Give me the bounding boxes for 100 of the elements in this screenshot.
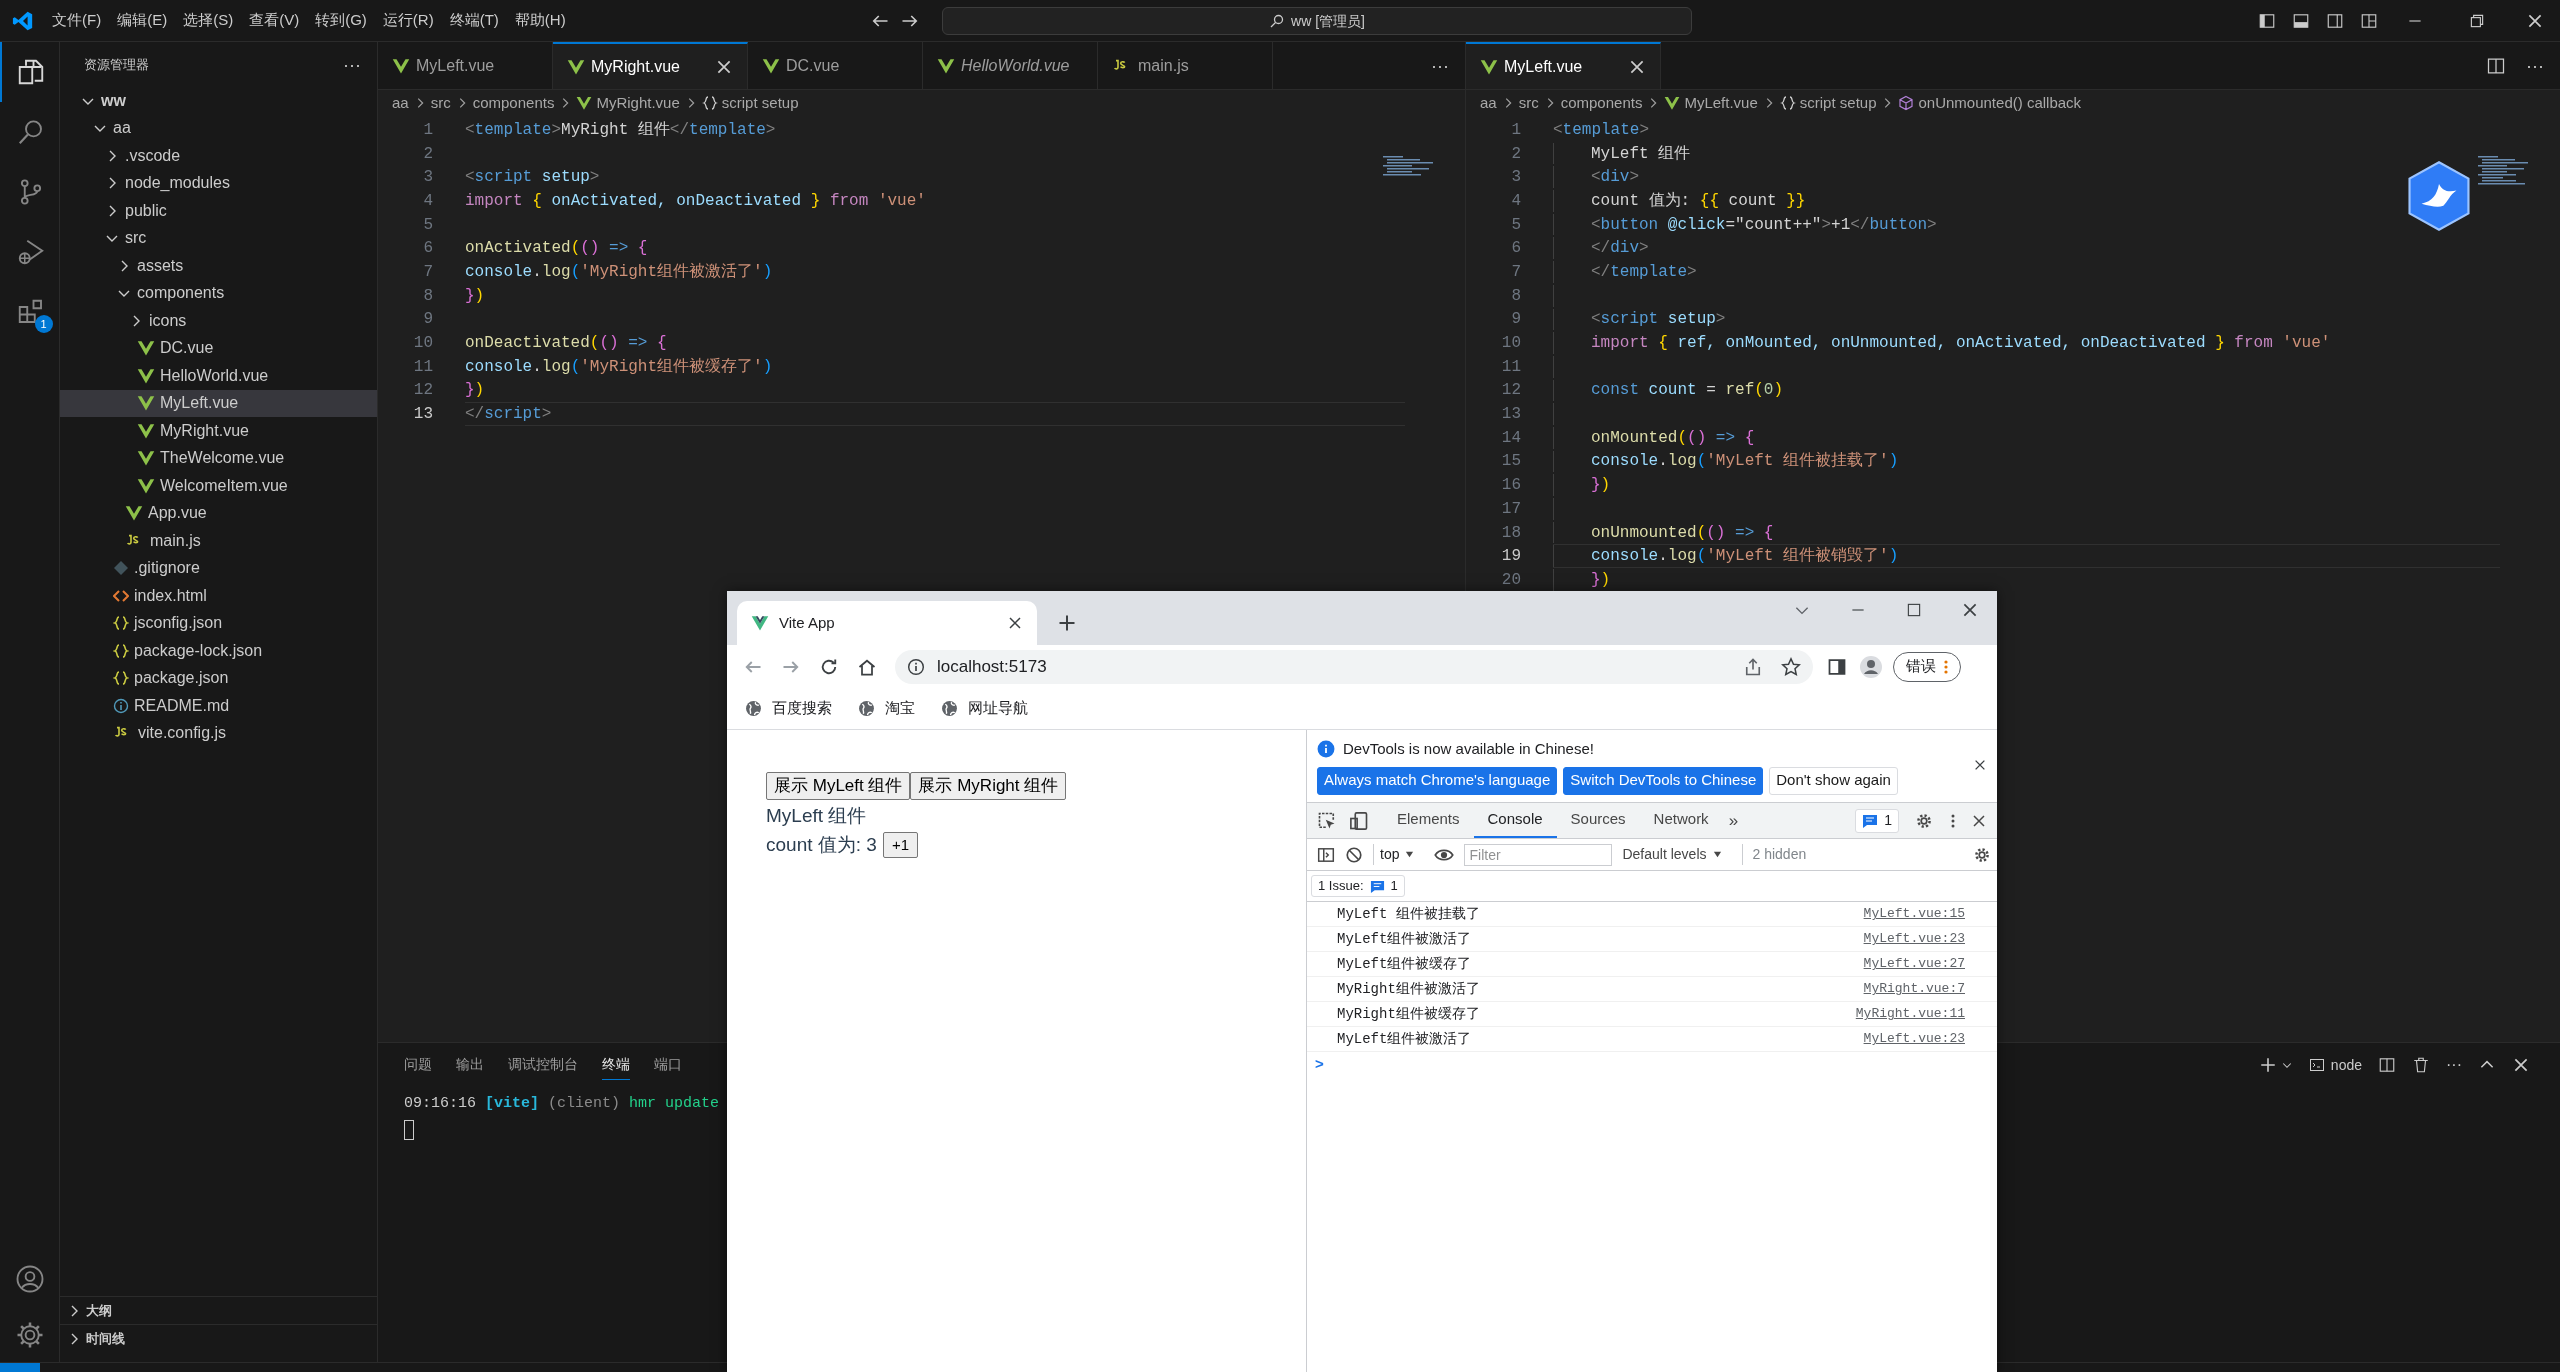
- close-icon[interactable]: [2512, 1056, 2530, 1074]
- tree-item[interactable]: package.json: [60, 664, 377, 692]
- page-button[interactable]: 展示 MyLeft 组件: [766, 772, 911, 800]
- menu-item[interactable]: 转到(G): [307, 5, 375, 36]
- layout-toggle-icon[interactable]: [2292, 11, 2310, 30]
- tree-item[interactable]: ww: [60, 87, 377, 115]
- clear-console-icon[interactable]: [1345, 845, 1363, 864]
- issues-badge[interactable]: 1: [1855, 808, 1899, 833]
- close-icon[interactable]: [1973, 758, 1987, 772]
- bird-app-icon[interactable]: [2406, 160, 2472, 232]
- editor-tab[interactable]: MyLeft.vue: [1466, 42, 1661, 89]
- bookmark[interactable]: 淘宝: [858, 697, 915, 720]
- plus-icon[interactable]: [2258, 1056, 2277, 1074]
- side-panel-icon[interactable]: [1827, 656, 1847, 677]
- tree-item[interactable]: DC.vue: [60, 334, 377, 362]
- tree-item[interactable]: vite.config.js: [60, 719, 377, 747]
- bookmark[interactable]: 百度搜索: [745, 697, 832, 720]
- menu-item[interactable]: 运行(R): [374, 5, 442, 36]
- tree-item[interactable]: components: [60, 279, 377, 307]
- settings-icon[interactable]: [1915, 811, 1933, 830]
- tree-item[interactable]: assets: [60, 252, 377, 280]
- tree-item[interactable]: public: [60, 197, 377, 225]
- menu-item[interactable]: 查看(V): [241, 5, 308, 36]
- layout-toggle-icon[interactable]: [2360, 11, 2378, 30]
- menu-item[interactable]: 文件(F): [44, 5, 110, 36]
- close-icon[interactable]: [1007, 615, 1023, 631]
- inspect-element-icon[interactable]: [1317, 810, 1337, 831]
- close-icon[interactable]: [1971, 812, 1987, 829]
- breadcrumb-item[interactable]: aa: [392, 91, 409, 115]
- source-link[interactable]: MyLeft.vue:23: [1863, 929, 1965, 949]
- source-link[interactable]: MyRight.vue:11: [1855, 1004, 1965, 1024]
- breadcrumb-item[interactable]: src: [1518, 91, 1539, 115]
- tree-item[interactable]: jsconfig.json: [60, 609, 377, 637]
- notice-button[interactable]: Switch DevTools to Chinese: [1563, 766, 1764, 795]
- devtools-tab[interactable]: Console: [1473, 803, 1557, 838]
- breadcrumb-item[interactable]: components: [1560, 91, 1643, 115]
- browser-tab[interactable]: Vite App: [737, 601, 1037, 645]
- menu-item[interactable]: 编辑(E): [109, 5, 176, 36]
- more-tabs-button[interactable]: »: [1722, 807, 1745, 834]
- tree-item[interactable]: .vscode: [60, 142, 377, 170]
- issues-button[interactable]: 1 Issue: 1: [1311, 875, 1405, 897]
- tree-item[interactable]: package-lock.json: [60, 637, 377, 665]
- bookmark[interactable]: 网址导航: [941, 697, 1028, 720]
- source-link[interactable]: MyLeft.vue:15: [1863, 904, 1965, 924]
- star-icon[interactable]: [1781, 656, 1801, 677]
- split-editor-icon[interactable]: [2486, 55, 2506, 76]
- context-selector[interactable]: top: [1373, 844, 1421, 865]
- menu-item[interactable]: 帮助(H): [506, 5, 574, 36]
- source-link[interactable]: MyLeft.vue:23: [1863, 1029, 1965, 1049]
- breadcrumb-item[interactable]: onUnmounted() callback: [1898, 91, 2082, 115]
- tree-item[interactable]: MyRight.vue: [60, 417, 377, 445]
- notice-button[interactable]: Don't show again: [1769, 766, 1898, 795]
- more-actions-button[interactable]: ···: [2526, 56, 2544, 75]
- breadcrumb-item[interactable]: components: [472, 91, 555, 115]
- tree-item[interactable]: .gitignore: [60, 554, 377, 582]
- more-actions-button[interactable]: ···: [2446, 1057, 2462, 1073]
- tree-item[interactable]: src: [60, 224, 377, 252]
- address-bar[interactable]: localhost:5173: [895, 649, 1813, 684]
- device-toolbar-icon[interactable]: [1349, 810, 1369, 831]
- devtools-tab[interactable]: Network: [1639, 803, 1723, 838]
- trash-icon[interactable]: [2412, 1056, 2430, 1074]
- menu-item[interactable]: 选择(S): [175, 5, 242, 36]
- tree-item[interactable]: main.js: [60, 527, 377, 555]
- split-terminal-icon[interactable]: [2378, 1056, 2396, 1074]
- tree-item[interactable]: index.html: [60, 582, 377, 610]
- profile-avatar-icon[interactable]: [1859, 654, 1883, 679]
- tree-item[interactable]: icons: [60, 307, 377, 335]
- filter-field[interactable]: Filter: [1464, 843, 1613, 866]
- sidebar-toggle-icon[interactable]: [1317, 845, 1335, 864]
- source-link[interactable]: MyLeft.vue:27: [1863, 954, 1965, 974]
- levels-dropdown[interactable]: Default levels: [1622, 844, 1722, 865]
- devtools-tab[interactable]: Sources: [1556, 803, 1640, 838]
- editor-tab[interactable]: HelloWorld.vue: [923, 42, 1098, 89]
- settings-icon[interactable]: [1973, 845, 1991, 864]
- tree-item[interactable]: node_modules: [60, 169, 377, 197]
- editor-tab[interactable]: main.js: [1098, 42, 1273, 89]
- menu-item[interactable]: 终端(T): [441, 5, 507, 36]
- increment-button[interactable]: +1: [882, 832, 918, 859]
- source-link[interactable]: MyRight.vue:7: [1863, 979, 1965, 999]
- kebab-menu-icon[interactable]: [1951, 812, 1955, 829]
- devtools-tab[interactable]: Elements: [1383, 803, 1474, 838]
- panel-tab[interactable]: 输出: [456, 1050, 484, 1080]
- notice-button[interactable]: Always match Chrome's language: [1317, 766, 1558, 795]
- more-actions-button[interactable]: ···: [343, 55, 361, 74]
- layout-toggle-icon[interactable]: [2258, 11, 2276, 30]
- panel-tab[interactable]: 问题: [404, 1050, 432, 1080]
- panel-tab[interactable]: 终端: [602, 1050, 630, 1080]
- breadcrumb-item[interactable]: MyRight.vue: [576, 91, 680, 115]
- panel-tab[interactable]: 调试控制台: [508, 1050, 578, 1080]
- account-icon[interactable]: [14, 1264, 45, 1294]
- tree-item[interactable]: App.vue: [60, 499, 377, 527]
- share-icon[interactable]: [1743, 656, 1763, 677]
- editor-tab[interactable]: MyRight.vue: [553, 42, 748, 89]
- breadcrumb-item[interactable]: script setup: [701, 91, 799, 115]
- breadcrumb-item[interactable]: script setup: [1779, 91, 1877, 115]
- tree-item[interactable]: HelloWorld.vue: [60, 362, 377, 390]
- breadcrumb-item[interactable]: src: [430, 91, 451, 115]
- panel-tab[interactable]: 端口: [654, 1050, 682, 1080]
- terminal-selector[interactable]: node: [2308, 1054, 2362, 1076]
- new-tab-icon[interactable]: [1057, 613, 1077, 633]
